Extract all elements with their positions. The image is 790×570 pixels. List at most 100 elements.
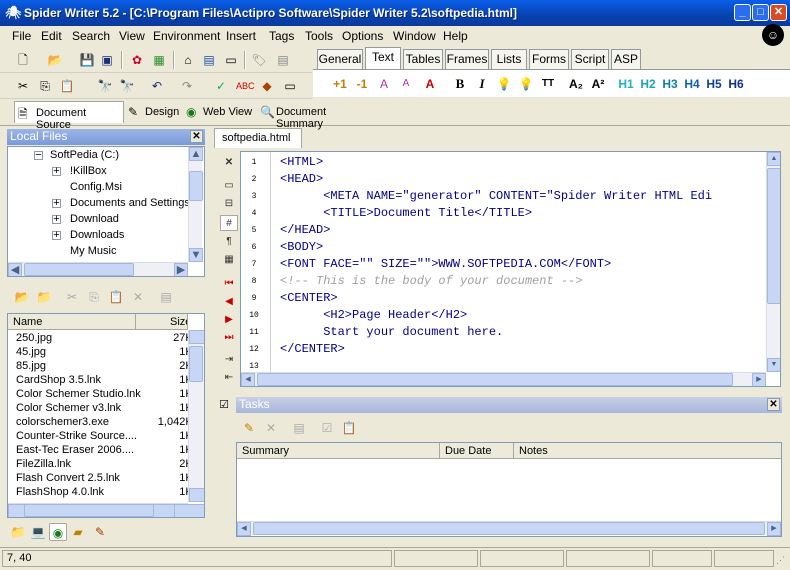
outdent-icon[interactable]: ⇤ bbox=[220, 370, 238, 386]
scroll-thumb[interactable] bbox=[24, 263, 134, 276]
validate-icon[interactable]: ✓ bbox=[212, 77, 230, 95]
file-row[interactable]: 45.jpg1KB bbox=[16, 346, 200, 360]
italic-button[interactable]: I bbox=[473, 75, 491, 93]
emphasis-icon[interactable]: 💡 bbox=[517, 75, 535, 93]
scroll-right-icon[interactable]: ▶ bbox=[174, 263, 188, 276]
up-folder-icon[interactable]: 📁 bbox=[35, 288, 53, 306]
tag-icon[interactable]: 🏷 bbox=[250, 51, 268, 69]
menu-file[interactable]: File bbox=[12, 29, 31, 43]
save-all-icon[interactable]: ▣ bbox=[98, 51, 116, 69]
scroll-left-icon[interactable]: ◀ bbox=[241, 373, 255, 386]
settings-icon[interactable]: ▭ bbox=[222, 51, 240, 69]
heading1-button[interactable]: H1 bbox=[617, 75, 635, 93]
file-row[interactable]: East-Tec Eraser 2006....1KB bbox=[16, 444, 200, 458]
scroll-down-icon[interactable]: ▼ bbox=[189, 248, 203, 262]
next-bookmark-icon[interactable]: ▶ bbox=[220, 312, 238, 328]
last-bookmark-icon[interactable]: ⏭ bbox=[220, 330, 238, 346]
complete-task-icon[interactable]: ☑ bbox=[318, 419, 336, 437]
file-row[interactable]: 250.jpg 27KB bbox=[16, 332, 200, 346]
previous-bookmark-icon[interactable]: ◀ bbox=[220, 294, 238, 310]
paste-icon[interactable]: 📋 bbox=[58, 77, 76, 95]
menu-view[interactable]: View bbox=[119, 29, 145, 43]
tab-lists[interactable]: Lists bbox=[491, 49, 527, 69]
code-editor[interactable]: 1 <HTML> 2 <HEAD> 3 <META NAME="generator" C… bbox=[240, 151, 781, 387]
font-color-icon[interactable]: A bbox=[421, 75, 439, 93]
scroll-down-icon[interactable]: ▼ bbox=[189, 488, 204, 502]
tag-inspector-icon[interactable]: ▤ bbox=[200, 51, 218, 69]
file-row[interactable]: Color Schemer v3.lnk1KB bbox=[16, 402, 200, 416]
heading5-button[interactable]: H5 bbox=[705, 75, 723, 93]
editor-horizontal-scrollbar[interactable]: ◀ ▶ bbox=[241, 372, 766, 386]
find-icon[interactable]: 🔭 bbox=[96, 77, 114, 95]
scroll-thumb[interactable] bbox=[189, 346, 203, 382]
menu-window[interactable]: Window bbox=[393, 29, 436, 43]
properties-icon[interactable]: ▤ bbox=[157, 288, 175, 306]
file-row[interactable]: CardShop 3.5.lnk1KB bbox=[16, 374, 200, 388]
tab-document-source[interactable]: 🗎 Document Source bbox=[14, 101, 124, 131]
undo-icon[interactable]: ↶ bbox=[148, 77, 166, 95]
resize-grip-icon[interactable]: ⋰ bbox=[776, 554, 788, 566]
line-numbers-icon[interactable]: # bbox=[220, 215, 238, 231]
scroll-down-icon[interactable]: ▼ bbox=[767, 358, 780, 372]
cut-icon[interactable]: ✂ bbox=[14, 77, 32, 95]
copy-file-icon[interactable]: ⎘ bbox=[85, 288, 103, 306]
tree-item-folder[interactable]: Documents and Settings bbox=[70, 197, 190, 209]
scroll-thumb[interactable] bbox=[189, 171, 203, 201]
document-tab[interactable]: softpedia.html bbox=[214, 128, 302, 148]
scroll-up-icon[interactable]: ▲ bbox=[189, 330, 204, 344]
pen-tab-icon[interactable]: ✎ bbox=[91, 523, 109, 541]
file-row[interactable]: colorschemer3.exe 1,042KB bbox=[16, 416, 200, 430]
font-smaller-icon[interactable]: A bbox=[397, 75, 415, 93]
components-icon[interactable]: ◆ bbox=[258, 77, 276, 95]
file-list-vertical-scrollbar[interactable]: ▲ ▼ bbox=[188, 330, 204, 502]
redo-icon[interactable]: ↷ bbox=[178, 77, 196, 95]
app-icon[interactable]: 🕷 bbox=[5, 5, 22, 21]
comment-icon[interactable]: ▤ bbox=[274, 51, 292, 69]
indent-icon[interactable]: ⇥ bbox=[220, 352, 238, 368]
tree-item-drive[interactable]: SoftPedia (C:) bbox=[50, 149, 119, 161]
tab-frames[interactable]: Frames bbox=[445, 49, 489, 69]
column-name-header[interactable]: Name bbox=[8, 314, 136, 330]
local-files-tab-icon[interactable]: 📁 bbox=[9, 523, 27, 541]
snippets-tab-icon[interactable]: ▰ bbox=[69, 523, 87, 541]
open-folder-icon[interactable]: 📂 bbox=[46, 51, 64, 69]
teletype-button[interactable]: TT bbox=[539, 75, 557, 93]
file-list-horizontal-scrollbar[interactable]: ◀ ▶ bbox=[8, 503, 204, 517]
computer-tab-icon[interactable]: 💻 bbox=[29, 523, 47, 541]
tree-item-folder[interactable]: Downloads bbox=[70, 229, 124, 241]
browser-preview-icon[interactable]: ⌂ bbox=[179, 51, 197, 69]
column-due-date-header[interactable]: Due Date bbox=[440, 443, 514, 459]
menu-insert[interactable]: Insert bbox=[226, 29, 256, 43]
new-task-icon[interactable]: ✎ bbox=[240, 419, 258, 437]
first-bookmark-icon[interactable]: ⏮ bbox=[220, 276, 238, 292]
task-properties-icon[interactable]: ▤ bbox=[290, 419, 308, 437]
heading6-button[interactable]: H6 bbox=[727, 75, 745, 93]
menu-tags[interactable]: Tags bbox=[269, 29, 294, 43]
tree-item-folder[interactable]: Download bbox=[70, 213, 119, 225]
menu-help[interactable]: Help bbox=[443, 29, 468, 43]
web-tab-icon[interactable]: ◉ bbox=[49, 523, 67, 541]
scroll-thumb[interactable] bbox=[24, 504, 154, 517]
tasks-horizontal-scrollbar[interactable]: ◀ ▶ bbox=[237, 521, 781, 536]
file-row[interactable]: Color Schemer Studio.lnk1KB bbox=[16, 388, 200, 402]
tab-general[interactable]: General bbox=[317, 49, 363, 69]
new-folder-icon[interactable]: 📂 bbox=[13, 288, 31, 306]
column-notes-header[interactable]: Notes bbox=[514, 443, 781, 459]
paragraph-marks-icon[interactable]: ¶ bbox=[220, 234, 238, 250]
save-icon[interactable]: 💾 bbox=[78, 51, 96, 69]
editor-vertical-scrollbar[interactable]: ▲ ▼ bbox=[766, 152, 780, 372]
tab-design[interactable]: ✎ Design bbox=[126, 103, 180, 123]
close-button[interactable]: ✕ bbox=[770, 4, 787, 21]
heading3-button[interactable]: H3 bbox=[661, 75, 679, 93]
menu-tools[interactable]: Tools bbox=[305, 29, 333, 43]
tab-script[interactable]: Script bbox=[571, 49, 609, 69]
font-size-plus-button[interactable]: +1 bbox=[331, 75, 349, 93]
collapse-icon[interactable]: − bbox=[34, 150, 43, 161]
menu-options[interactable]: Options bbox=[342, 29, 383, 43]
outline-icon[interactable]: ⊟ bbox=[220, 196, 238, 212]
tree-item-folder[interactable]: My Music bbox=[70, 245, 116, 257]
expand-icon[interactable]: + bbox=[52, 230, 61, 241]
scroll-right-icon[interactable]: ▶ bbox=[752, 373, 766, 386]
menu-edit[interactable]: Edit bbox=[41, 29, 62, 43]
column-size-header[interactable]: Size bbox=[136, 314, 188, 330]
